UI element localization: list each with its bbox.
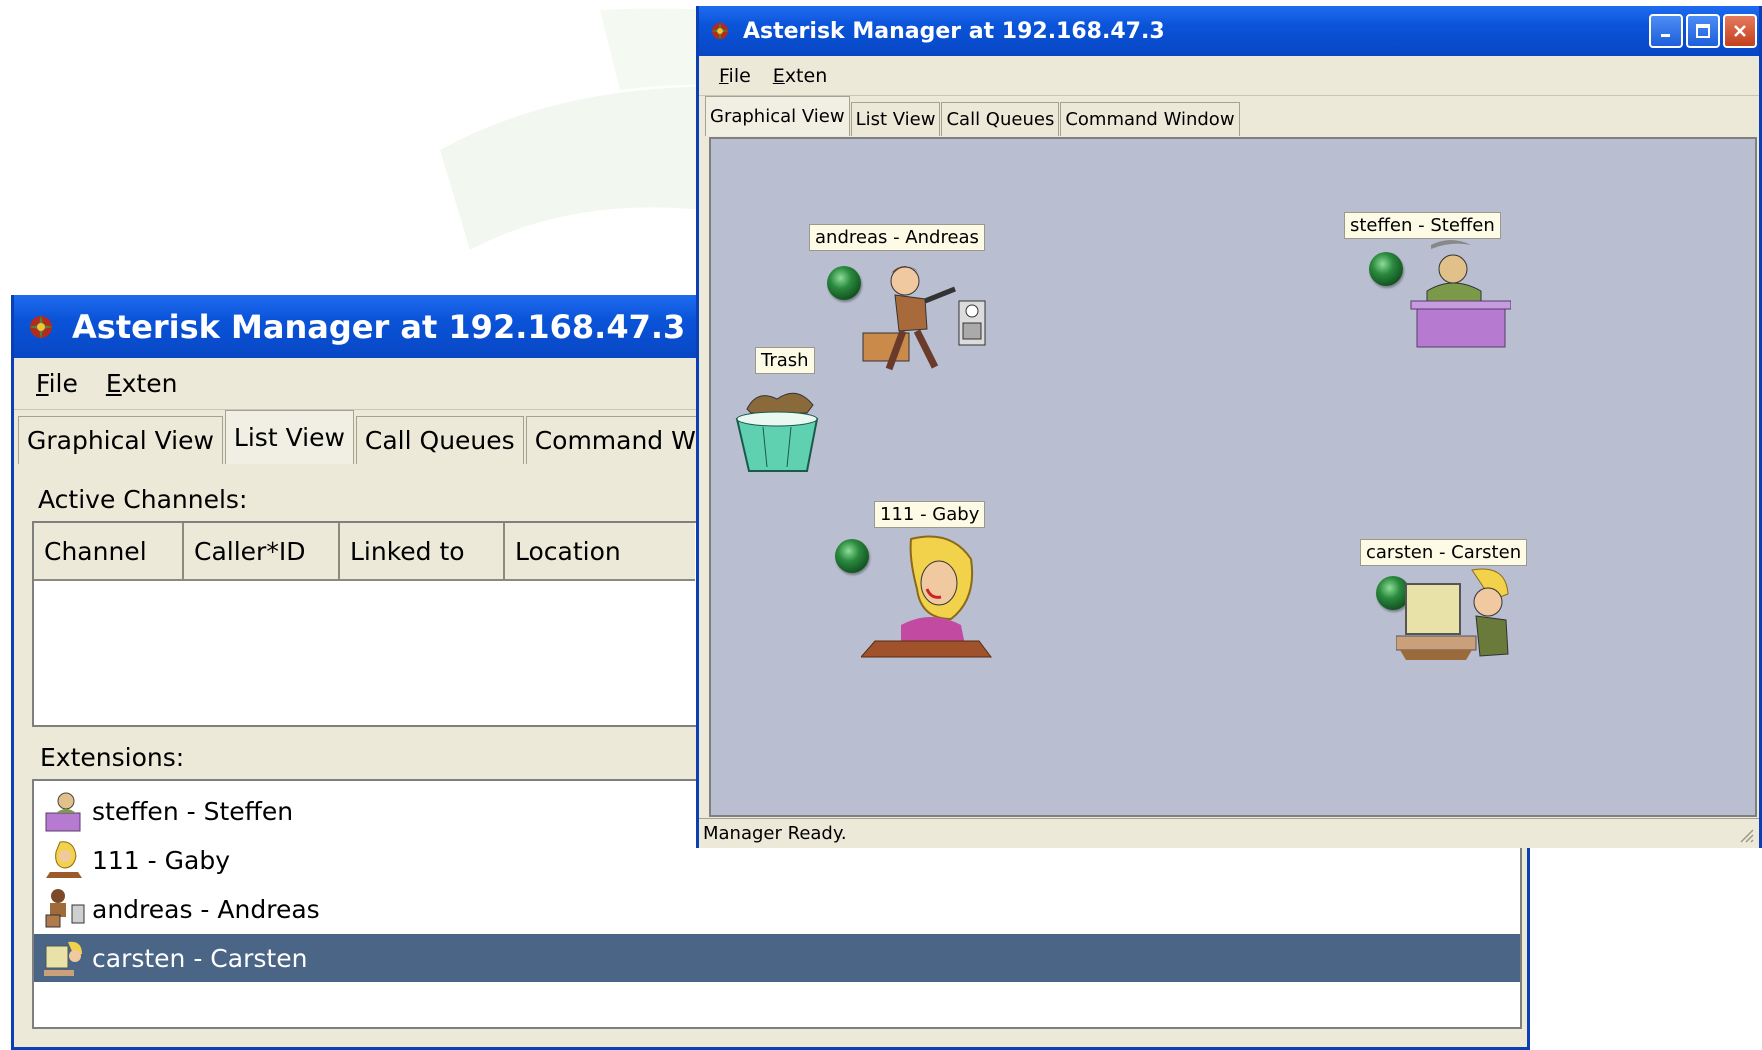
trash-bin-icon[interactable] [727, 379, 827, 479]
window-title: Asterisk Manager at 192.168.47.3 [743, 18, 1165, 44]
extension-label: 111 - Gaby [92, 845, 230, 875]
tab-list-view[interactable]: List View [850, 102, 941, 136]
window-title: Asterisk Manager at 192.168.47.3 [72, 307, 686, 346]
tab-graphical-view[interactable]: Graphical View [705, 96, 850, 136]
menu-file[interactable]: File [719, 65, 751, 87]
running-man-icon [45, 889, 85, 928]
trash-label: Trash [755, 347, 815, 374]
tab-bar: Graphical View List View Call Queues Com… [699, 96, 1759, 136]
computer-man-icon [44, 941, 82, 976]
maximize-button[interactable] [1686, 14, 1720, 48]
extension-label: steffen - Steffen [92, 796, 294, 826]
status-text: Manager Ready. [703, 823, 847, 844]
graphical-canvas[interactable]: andreas - Andreas steffen - Steffen Tras… [709, 137, 1757, 817]
minimize-button[interactable] [1649, 14, 1683, 48]
tab-call-queues[interactable]: Call Queues [941, 102, 1060, 136]
tab-list-view[interactable]: List View [224, 410, 354, 464]
asterisk-app-icon [29, 314, 53, 339]
minimize-icon [1661, 34, 1670, 37]
column-header-location[interactable]: Location [505, 523, 695, 581]
column-header-channel[interactable]: Channel [34, 523, 184, 581]
extension-row-carsten[interactable]: carsten - Carsten [34, 934, 1520, 982]
menu-bar: File Exten [699, 56, 1759, 96]
asterisk-app-icon [711, 22, 729, 40]
extensions-label: Extensions: [40, 743, 185, 772]
column-header-caller-id[interactable]: Caller*ID [184, 523, 340, 581]
close-icon [1734, 25, 1746, 37]
tab-call-queues[interactable]: Call Queues [355, 416, 524, 464]
tab-graphical-view[interactable]: Graphical View [18, 416, 223, 464]
close-button[interactable] [1723, 14, 1757, 48]
window-controls [1649, 14, 1757, 48]
menu-exten[interactable]: Exten [773, 65, 827, 87]
carsten-figure[interactable] [1396, 564, 1526, 674]
status-bar: Manager Ready. [699, 818, 1759, 848]
graphical-view-window: Asterisk Manager at 192.168.47.3 File Ex… [696, 6, 1762, 848]
extension-row-andreas[interactable]: andreas - Andreas [34, 885, 1520, 933]
extension-label-gaby: 111 - Gaby [874, 501, 986, 528]
column-header-linked-to[interactable]: Linked to [340, 523, 505, 581]
andreas-figure[interactable] [855, 259, 995, 379]
gaby-figure[interactable] [861, 529, 1001, 669]
menu-file[interactable]: File [36, 369, 78, 398]
extension-label: andreas - Andreas [92, 894, 320, 924]
steffen-figure[interactable] [1391, 235, 1511, 355]
extension-label-andreas: andreas - Andreas [809, 224, 985, 251]
active-channels-label: Active Channels: [38, 485, 248, 514]
maximize-icon [1696, 24, 1710, 38]
tab-command-window[interactable]: Command Window [1060, 102, 1240, 136]
menu-exten[interactable]: Exten [106, 369, 178, 398]
desk-man-icon [45, 792, 81, 832]
title-bar[interactable]: Asterisk Manager at 192.168.47.3 [699, 6, 1759, 56]
extension-label-carsten: carsten - Carsten [1360, 539, 1528, 566]
extension-label: carsten - Carsten [92, 943, 308, 973]
phone-woman-icon [46, 841, 82, 878]
resize-grip-icon[interactable] [1737, 826, 1755, 844]
